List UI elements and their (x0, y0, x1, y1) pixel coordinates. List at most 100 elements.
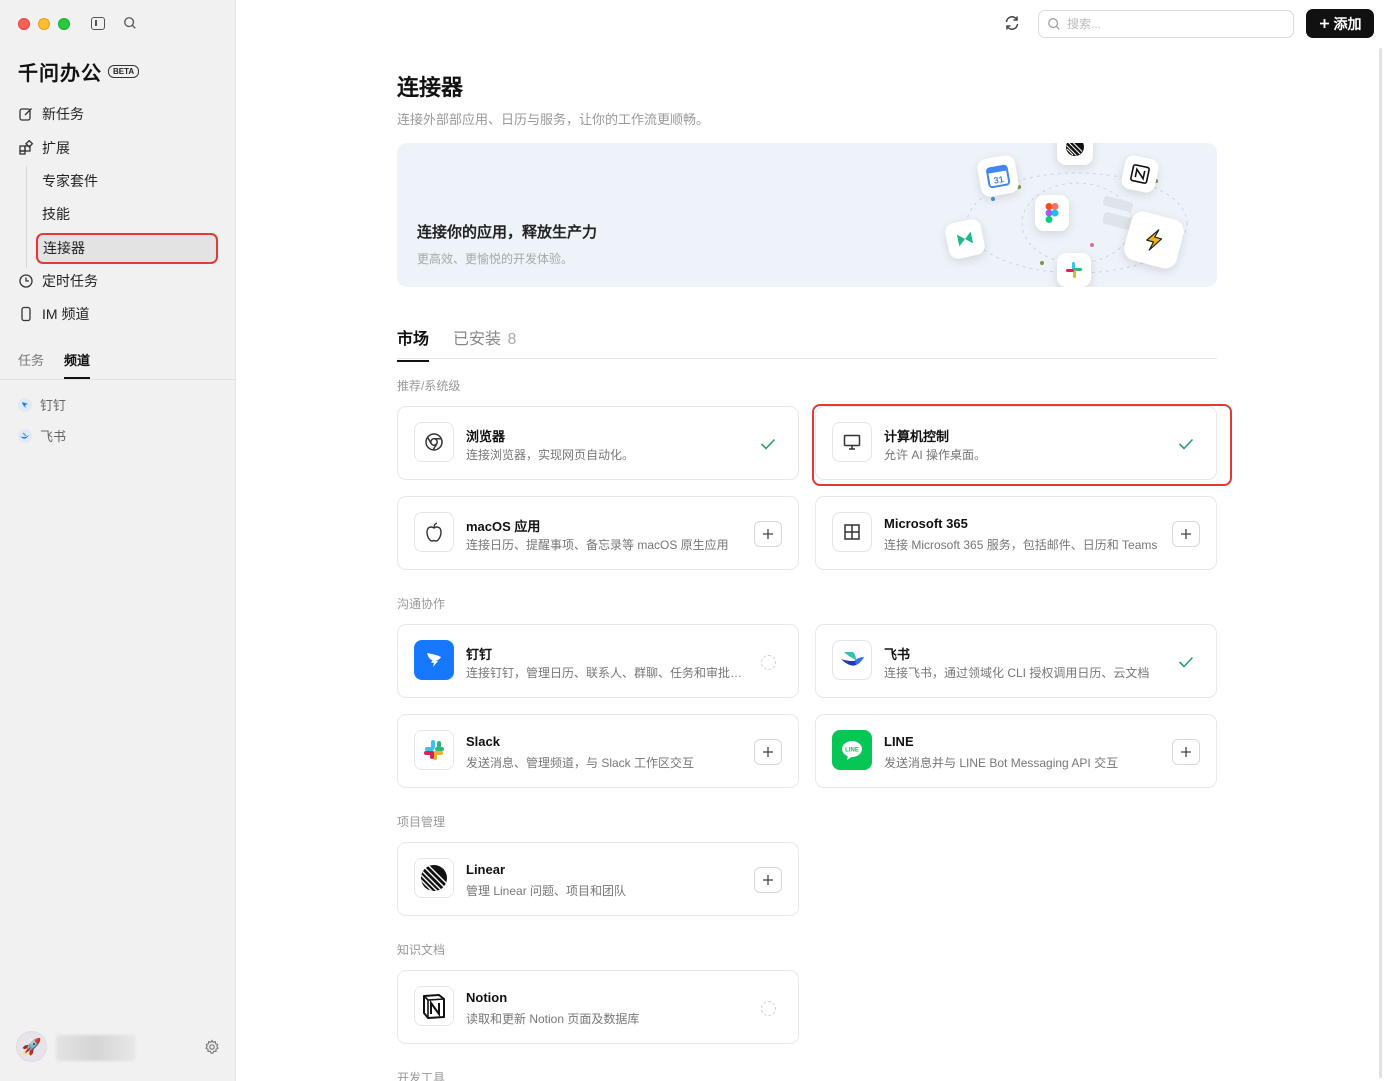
connector-desc: 读取和更新 Notion 页面及数据库 (466, 1012, 640, 1026)
window-controls (18, 18, 70, 30)
connector-card-notion[interactable]: Notion 读取和更新 Notion 页面及数据库 (397, 970, 799, 1044)
connector-title: 飞书 (884, 647, 911, 662)
installed-check-icon (754, 431, 782, 457)
tab-market[interactable]: 市场 (397, 325, 430, 362)
nav-label: 定时任务 (42, 273, 98, 289)
connector-card-browser[interactable]: 浏览器 连接浏览器，实现网页自动化。 (397, 406, 799, 480)
nav-scheduled-tasks[interactable]: 定时任务 (18, 270, 98, 292)
connector-card-macos[interactable]: macOS 应用 连接日历、提醒事项、备忘录等 macOS 原生应用 (397, 496, 799, 570)
nav-new-task[interactable]: 新任务 (18, 103, 84, 125)
section-project-management: 项目管理 (397, 815, 446, 829)
extension-icon (19, 140, 34, 155)
close-window-button[interactable] (18, 18, 30, 30)
channel-item-dingtalk[interactable]: 钉钉 (18, 395, 66, 414)
sidebar: 千问办公 BETA 新任务 扩展 专家套件 技能 连接器 定时任务 IM 频道 … (0, 0, 236, 1081)
search-bar (1038, 10, 1294, 38)
pending-status-icon (754, 649, 782, 675)
search-icon[interactable] (123, 16, 137, 30)
search-icon (1048, 18, 1060, 30)
hero-title: 连接你的应用，释放生产力 (417, 224, 598, 241)
installed-count: 8 (507, 331, 517, 348)
pending-status-icon (754, 995, 782, 1021)
nav-label: 扩展 (42, 140, 70, 156)
feishu-icon (18, 428, 32, 443)
connector-card-linear[interactable]: Linear 管理 Linear 问题、项目和团队 (397, 842, 799, 916)
connector-desc: 允许 AI 操作桌面。 (884, 448, 987, 462)
minimize-window-button[interactable] (38, 18, 50, 30)
nav-label: 新任务 (42, 106, 84, 122)
chrome-icon (414, 422, 454, 462)
phone-icon (21, 306, 31, 322)
add-connector-button[interactable] (754, 867, 782, 893)
hero-illustration: 31 (927, 143, 1217, 287)
channel-label: 钉钉 (40, 398, 67, 413)
nav-expert-kits[interactable]: 专家套件 (42, 170, 98, 192)
connector-desc: 发送消息并与 LINE Bot Messaging API 交互 (884, 756, 1119, 770)
clock-icon (19, 274, 33, 288)
dingtalk-icon (414, 640, 454, 680)
linear-icon (414, 858, 454, 898)
connector-title: 钉钉 (466, 647, 493, 662)
plus-icon (763, 747, 773, 757)
hero-subtitle: 更高效、更愉悦的开发体验。 (417, 252, 574, 266)
page-subtitle: 连接外部部应用、日历与服务，让你的工作流更顺畅。 (397, 112, 710, 127)
connector-desc: 连接浏览器，实现网页自动化。 (466, 448, 635, 462)
tab-label: 市场 (397, 331, 430, 348)
avatar[interactable]: 🚀 (16, 1031, 47, 1062)
connector-desc: 管理 Linear 问题、项目和团队 (466, 884, 627, 898)
connector-card-dingtalk[interactable]: 钉钉 连接钉钉，管理日历、联系人、群聊、任务和审批流程 (397, 624, 799, 698)
connector-title: Notion (466, 990, 508, 1005)
add-connector-button[interactable] (754, 739, 782, 765)
sidebar-tab-channels[interactable]: 频道 (64, 350, 91, 379)
nav-skills[interactable]: 技能 (42, 203, 70, 225)
connector-title: 浏览器 (466, 429, 506, 444)
section-recommended: 推荐/系统级 (397, 379, 461, 393)
add-connector-button[interactable] (754, 521, 782, 547)
installed-check-icon (1172, 649, 1200, 675)
apple-icon (414, 512, 454, 552)
search-input[interactable] (1067, 17, 1267, 31)
submenu-guide-line (26, 166, 27, 268)
google-calendar-icon: 31 (975, 153, 1021, 199)
tab-installed[interactable]: 已安装 8 (453, 325, 516, 349)
sidebar-tab-tasks[interactable]: 任务 (18, 350, 44, 379)
nav-connectors[interactable]: 连接器 (36, 233, 218, 264)
section-knowledge-docs: 知识文档 (397, 943, 446, 957)
nav-extensions[interactable]: 扩展 (18, 137, 70, 159)
connector-desc: 连接 Microsoft 365 服务，包括邮件、日历和 Teams (884, 538, 1158, 552)
figma-icon (1035, 195, 1069, 231)
connector-desc: 发送消息、管理频道，与 Slack 工作区交互 (466, 756, 695, 770)
connector-title: Slack (466, 734, 500, 749)
tab-label: 已安装 (453, 331, 502, 348)
app-name: 千问办公 (18, 63, 102, 85)
hero-banner: 连接你的应用，释放生产力 更高效、更愉悦的开发体验。 31 (397, 143, 1217, 287)
connector-card-computer-control[interactable]: 计算机控制 允许 AI 操作桌面。 (815, 406, 1217, 480)
sidebar-toggle-icon[interactable] (91, 17, 105, 30)
section-communication: 沟通协作 (397, 597, 446, 611)
connector-tabs: 市场 已安装 8 (397, 323, 1217, 362)
plus-icon (1181, 747, 1191, 757)
connector-card-slack[interactable]: Slack 发送消息、管理频道，与 Slack 工作区交互 (397, 714, 799, 788)
brand: 千问办公 BETA (18, 57, 140, 86)
windows-grid-icon (832, 512, 872, 552)
refresh-icon[interactable] (1003, 14, 1021, 32)
add-connector-button[interactable] (1172, 521, 1200, 547)
zoom-window-button[interactable] (58, 18, 70, 30)
scrollbar[interactable] (1379, 48, 1382, 1078)
svg-text:31: 31 (993, 174, 1005, 186)
channel-item-feishu[interactable]: 飞书 (18, 426, 66, 445)
gear-icon[interactable] (204, 1039, 220, 1055)
page-title: 连接器 (397, 75, 464, 100)
nav-im-channels[interactable]: IM 频道 (18, 303, 89, 325)
user-area: 🚀 (16, 1031, 220, 1065)
connector-title: 计算机控制 (884, 429, 950, 444)
connector-card-line[interactable]: LINE LINE 发送消息并与 LINE Bot Messaging API … (815, 714, 1217, 788)
connector-card-feishu[interactable]: 飞书 连接飞书，通过领域化 CLI 授权调用日历、云文档 (815, 624, 1217, 698)
add-connector-button[interactable] (1172, 739, 1200, 765)
plus-icon (763, 529, 773, 539)
connector-title: Linear (466, 862, 506, 877)
dingtalk-icon (18, 397, 32, 412)
add-button[interactable]: 添加 (1306, 9, 1374, 38)
username-redacted (56, 1035, 136, 1061)
connector-card-ms365[interactable]: Microsoft 365 连接 Microsoft 365 服务，包括邮件、日… (815, 496, 1217, 570)
